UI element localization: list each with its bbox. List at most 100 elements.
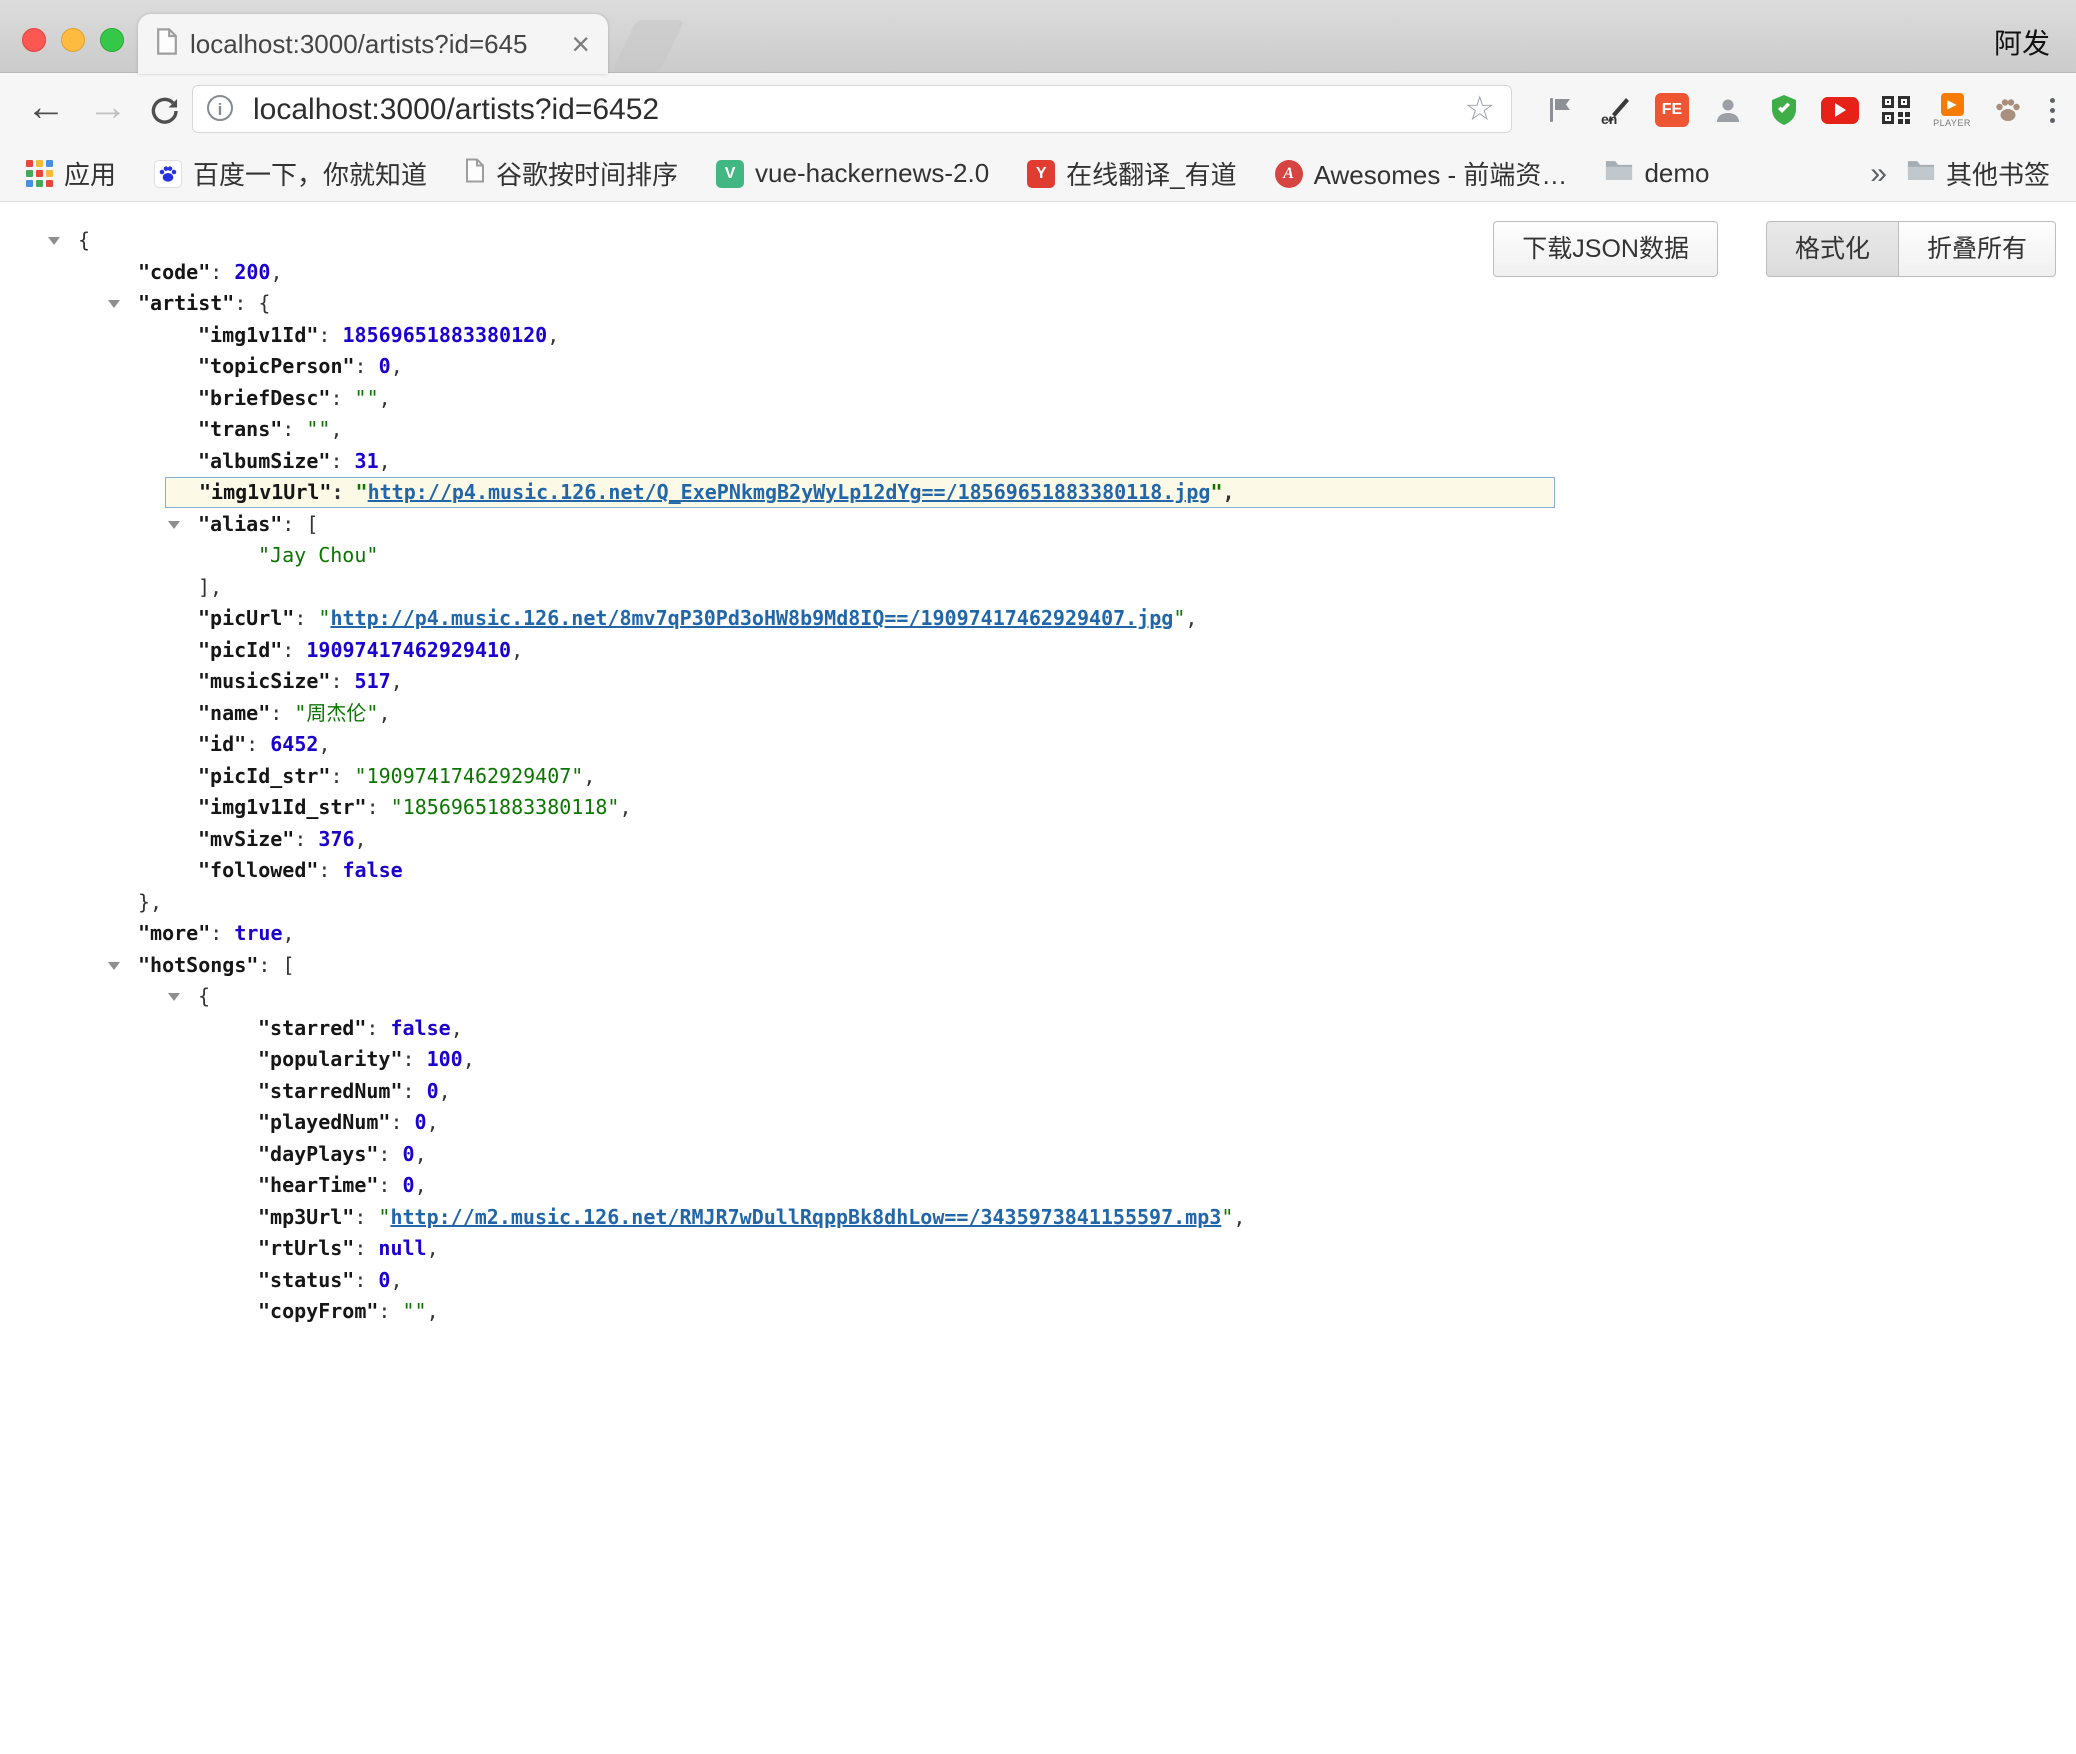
flag-extension-icon[interactable] xyxy=(1538,83,1582,137)
json-value: , xyxy=(583,764,595,788)
json-key: "artist" xyxy=(138,291,234,315)
collapse-arrow-icon[interactable] xyxy=(48,237,60,245)
fehelper-extension-icon[interactable]: FE xyxy=(1650,83,1694,137)
json-key: "img1v1Id" xyxy=(198,323,318,347)
folder-icon xyxy=(1605,158,1633,189)
tab-close-icon[interactable]: × xyxy=(571,28,590,60)
info-icon[interactable]: i xyxy=(207,95,233,121)
json-value: 376 xyxy=(318,827,354,851)
json-value: 0 xyxy=(403,1142,415,1166)
json-value: , xyxy=(619,795,631,819)
window-minimize-button[interactable] xyxy=(61,28,85,52)
json-line: "hotSongs": [ xyxy=(0,950,2076,982)
json-value: 19097417462929410 xyxy=(306,638,511,662)
json-key: "copyFrom" xyxy=(258,1299,378,1323)
json-line: "img1v1Id": 18569651883380120, xyxy=(0,320,2076,352)
json-value: , xyxy=(1185,606,1197,630)
youtube-extension-icon[interactable] xyxy=(1818,83,1862,137)
json-line: "briefDesc": "", xyxy=(0,383,2076,415)
reload-button[interactable] xyxy=(148,93,182,138)
address-bar[interactable]: i localhost:3000/artists?id=6452 ☆ xyxy=(192,85,1512,133)
json-key: "hotSongs" xyxy=(138,953,258,977)
apps-shortcut[interactable]: 应用 xyxy=(26,155,116,192)
youdao-icon: Y xyxy=(1027,160,1055,188)
json-value: : xyxy=(210,260,234,284)
window-close-button[interactable] xyxy=(22,28,46,52)
json-line: "name": "周杰伦", xyxy=(0,698,2076,730)
json-url-link[interactable]: http://p4.music.126.net/8mv7qP30Pd3oHW8b… xyxy=(330,606,1173,630)
collapse-arrow-icon[interactable] xyxy=(108,300,120,308)
json-value: : xyxy=(246,732,270,756)
bookmark-item-google-sort[interactable]: 谷歌按时间排序 xyxy=(465,155,678,192)
browser-menu-icon[interactable] xyxy=(2042,98,2063,123)
page-content: 下载JSON数据 格式化 折叠所有 {"code": 200,"artist":… xyxy=(0,203,2076,1754)
json-value: , xyxy=(427,1110,439,1134)
window-zoom-button[interactable] xyxy=(100,28,124,52)
json-line: "topicPerson": 0, xyxy=(0,351,2076,383)
json-line: "img1v1Id_str": "18569651883380118", xyxy=(0,792,2076,824)
json-value: 31 xyxy=(355,449,379,473)
paw-extension-icon[interactable] xyxy=(1986,83,2030,137)
collapse-arrow-icon[interactable] xyxy=(168,521,180,529)
person-extension-icon[interactable] xyxy=(1706,83,1750,137)
json-value: : xyxy=(330,669,354,693)
json-key: "dayPlays" xyxy=(258,1142,378,1166)
bookmark-label: 谷歌按时间排序 xyxy=(496,155,678,192)
json-value: "周杰伦" xyxy=(294,701,378,725)
json-value: : { xyxy=(234,291,270,315)
json-key: "picId" xyxy=(198,638,282,662)
bookmarks-overflow-chevron[interactable]: » xyxy=(1870,157,1887,191)
player-extension-icon[interactable]: ▶ PLAYER xyxy=(1930,83,1974,137)
json-value: "19097417462929407" xyxy=(355,764,584,788)
json-value: 517 xyxy=(355,669,391,693)
shield-extension-icon[interactable] xyxy=(1762,83,1806,137)
page-icon xyxy=(465,158,485,190)
json-key: "img1v1Url" xyxy=(199,480,331,504)
bookmark-label: 在线翻译_有道 xyxy=(1066,155,1236,192)
qrcode-extension-icon[interactable] xyxy=(1874,83,1918,137)
json-key: "name" xyxy=(198,701,270,725)
bookmark-item-youdao[interactable]: Y 在线翻译_有道 xyxy=(1027,155,1236,192)
json-value: , xyxy=(379,386,391,410)
json-value: , xyxy=(1233,1205,1245,1229)
json-key: "hearTime" xyxy=(258,1173,378,1197)
profile-name: 阿发 xyxy=(1994,22,2050,62)
bookmark-star-icon[interactable]: ☆ xyxy=(1465,89,1495,129)
bookmark-item-demo-folder[interactable]: demo xyxy=(1605,158,1709,189)
json-value: : xyxy=(282,417,306,441)
other-bookmarks-folder[interactable]: 其他书签 xyxy=(1907,155,2050,192)
collapse-arrow-icon[interactable] xyxy=(168,993,180,1001)
folder-icon xyxy=(1907,158,1935,189)
json-line: }, xyxy=(0,887,2076,919)
json-value: , xyxy=(1223,480,1235,504)
json-value: , xyxy=(379,449,391,473)
tab-title: localhost:3000/artists?id=645 xyxy=(190,29,561,60)
bookmark-item-awesomes[interactable]: A Awesomes - 前端资… xyxy=(1275,155,1568,192)
bookmark-item-vue-hackernews[interactable]: V vue-hackernews-2.0 xyxy=(716,158,989,189)
json-value: false xyxy=(343,858,403,882)
browser-tab[interactable]: localhost:3000/artists?id=645 × xyxy=(138,14,608,74)
json-line: "picId": 19097417462929410, xyxy=(0,635,2076,667)
json-key: "starred" xyxy=(258,1016,366,1040)
new-tab-button[interactable] xyxy=(611,20,684,72)
json-url-link[interactable]: http://p4.music.126.net/Q_ExePNkmgB2yWyL… xyxy=(368,480,1211,504)
json-key: "mp3Url" xyxy=(258,1205,354,1229)
extension-icons: en FE ▶ PLAYER xyxy=(1538,83,2063,137)
url-text[interactable]: localhost:3000/artists?id=6452 xyxy=(253,93,659,127)
translate-pen-extension-icon[interactable]: en xyxy=(1594,83,1638,137)
other-bookmarks-label: 其他书签 xyxy=(1946,155,2050,192)
back-button[interactable]: ← xyxy=(26,85,66,130)
json-line: ], xyxy=(0,572,2076,604)
traffic-lights xyxy=(22,28,124,52)
collapse-arrow-icon[interactable] xyxy=(108,962,120,970)
json-value: : xyxy=(367,795,391,819)
json-value: , xyxy=(391,354,403,378)
forward-button: → xyxy=(88,85,128,130)
json-value: { xyxy=(78,228,90,252)
bookmark-item-baidu[interactable]: 百度一下，你就知道 xyxy=(154,155,427,192)
json-url-link[interactable]: http://m2.music.126.net/RMJR7wDullRqppBk… xyxy=(390,1205,1221,1229)
json-line: "starredNum": 0, xyxy=(0,1076,2076,1108)
json-line: "dayPlays": 0, xyxy=(0,1139,2076,1171)
json-value: , xyxy=(547,323,559,347)
vue-icon: V xyxy=(716,160,744,188)
